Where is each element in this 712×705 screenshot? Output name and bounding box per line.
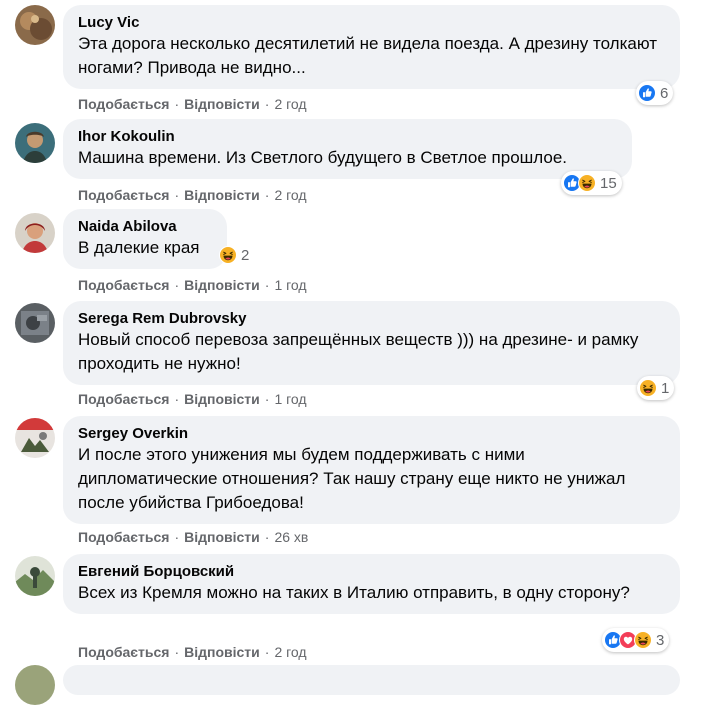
separator-dot: · [174,187,180,203]
comment-text: Новый способ перевоза запрещённых вещест… [78,330,639,373]
separator-dot: · [174,644,180,660]
separator-dot: · [264,391,270,407]
comment-actions: Подобається · Відповісти · 2 год [78,643,307,661]
reply-link[interactable]: Відповісти [184,529,260,545]
reaction-count: 1 [661,379,670,397]
separator-dot: · [264,277,270,293]
comment-bubble: Serega Rem Dubrovsky Новый способ перево… [63,301,680,385]
comment-bubble [63,665,680,695]
haha-icon [639,379,657,397]
avatar[interactable] [15,556,55,596]
reaction-count: 6 [660,84,669,102]
comment-author[interactable]: Евгений Борцовский [78,562,666,581]
like-link[interactable]: Подобається [78,529,169,545]
comment-text: И после этого унижения мы будем поддержи… [78,445,626,512]
comment-author[interactable]: Ihor Kokoulin [78,127,618,146]
comment-text: В далекие края [78,238,200,257]
reply-link[interactable]: Відповісти [184,96,260,112]
avatar[interactable] [15,418,55,458]
comment-actions: Подобається · Відповісти · 1 год [78,390,307,408]
like-link[interactable]: Подобається [78,96,169,112]
comment-actions: Подобається · Відповісти · 1 год [78,276,307,294]
comment-actions: Подобається · Відповісти · 2 год [78,95,307,113]
timestamp[interactable]: 1 год [274,277,306,293]
reaction-summary[interactable]: 15 [561,171,622,195]
timestamp[interactable]: 2 год [274,187,306,203]
like-link[interactable]: Подобається [78,187,169,203]
reply-link[interactable]: Відповісти [184,644,260,660]
comment-text: Машина времени. Из Светлого будущего в С… [78,148,568,167]
like-icon [638,84,656,102]
comment-actions: Подобається · Відповісти · 2 год [78,186,307,204]
comment-bubble: Ihor Kokoulin Машина времени. Из Светлог… [63,119,632,179]
comment-author[interactable]: Serega Rem Dubrovsky [78,309,666,328]
reaction-count: 3 [656,631,665,649]
separator-dot: · [264,96,270,112]
reaction-summary[interactable]: 6 [636,81,674,105]
haha-icon [578,174,596,192]
avatar[interactable] [15,665,55,705]
comment-bubble: Lucy Vic Эта дорога несколько десятилети… [63,5,680,89]
comment-bubble: Евгений Борцовский Всех из Кремля можно … [63,554,680,614]
reply-link[interactable]: Відповісти [184,187,260,203]
reply-link[interactable]: Відповісти [184,277,260,293]
reply-link[interactable]: Відповісти [184,391,260,407]
comment-text: Эта дорога несколько десятилетий не виде… [78,34,658,77]
avatar[interactable] [15,213,55,253]
haha-icon [634,631,652,649]
separator-dot: · [264,529,270,545]
avatar[interactable] [15,5,55,45]
separator-dot: · [174,96,180,112]
reaction-count: 15 [600,174,617,192]
like-link[interactable]: Подобається [78,644,169,660]
like-link[interactable]: Подобається [78,277,169,293]
like-link[interactable]: Подобається [78,391,169,407]
separator-dot: · [264,644,270,660]
separator-dot: · [174,277,180,293]
avatar[interactable] [15,303,55,343]
reaction-summary[interactable]: 1 [637,376,675,400]
comment-bubble: Sergey Overkin И после этого унижения мы… [63,416,680,524]
timestamp[interactable]: 26 хв [274,529,308,545]
timestamp[interactable]: 1 год [274,391,306,407]
comment-bubble: Naida Abilova В далекие края [63,209,227,269]
comment-author[interactable]: Naida Abilova [78,217,213,236]
comment-thread: Lucy Vic Эта дорога несколько десятилети… [0,0,712,705]
comment-author[interactable]: Lucy Vic [78,13,666,32]
haha-icon [219,246,237,264]
timestamp[interactable]: 2 год [274,644,306,660]
reaction-count: 2 [241,246,250,264]
separator-dot: · [174,391,180,407]
comment-author[interactable]: Sergey Overkin [78,424,666,443]
avatar[interactable] [15,123,55,163]
comment-actions: Подобається · Відповісти · 26 хв [78,528,308,546]
timestamp[interactable]: 2 год [274,96,306,112]
reaction-summary[interactable]: 2 [219,246,249,264]
reaction-summary[interactable]: 3 [602,628,670,652]
comment-text: Всех из Кремля можно на таких в Италию о… [78,583,630,602]
separator-dot: · [174,529,180,545]
separator-dot: · [264,187,270,203]
